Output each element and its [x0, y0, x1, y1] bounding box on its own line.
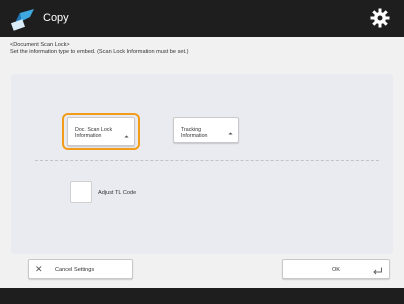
enter-arrow-icon: [373, 267, 382, 275]
bottom-bar: [0, 288, 404, 304]
instructions-text: Set the information type to embed. (Scan…: [10, 49, 189, 55]
doc-scan-lock-information-button[interactable]: Doc. Scan Lock Information: [67, 117, 135, 146]
gear-icon[interactable]: [370, 8, 390, 28]
copy-app-icon: [10, 9, 34, 31]
dashed-divider: [35, 160, 379, 161]
cancel-settings-label: Cancel Settings: [55, 267, 95, 273]
tracking-information-button[interactable]: Tracking Information: [173, 117, 239, 143]
instructions-heading: <Document Scan Lock>: [10, 42, 70, 48]
cancel-settings-button[interactable]: ✕ Cancel Settings: [28, 259, 133, 279]
close-icon: ✕: [35, 264, 43, 274]
app-title: Copy: [43, 12, 69, 24]
instructions: <Document Scan Lock> Set the information…: [10, 42, 394, 56]
ok-button[interactable]: OK: [282, 259, 390, 279]
options-panel: [11, 74, 393, 254]
adjust-tl-code-label: Adjust TL Code: [98, 190, 137, 196]
adjust-tl-code-checkbox[interactable]: [70, 181, 92, 203]
title-bar: Copy: [0, 0, 404, 37]
